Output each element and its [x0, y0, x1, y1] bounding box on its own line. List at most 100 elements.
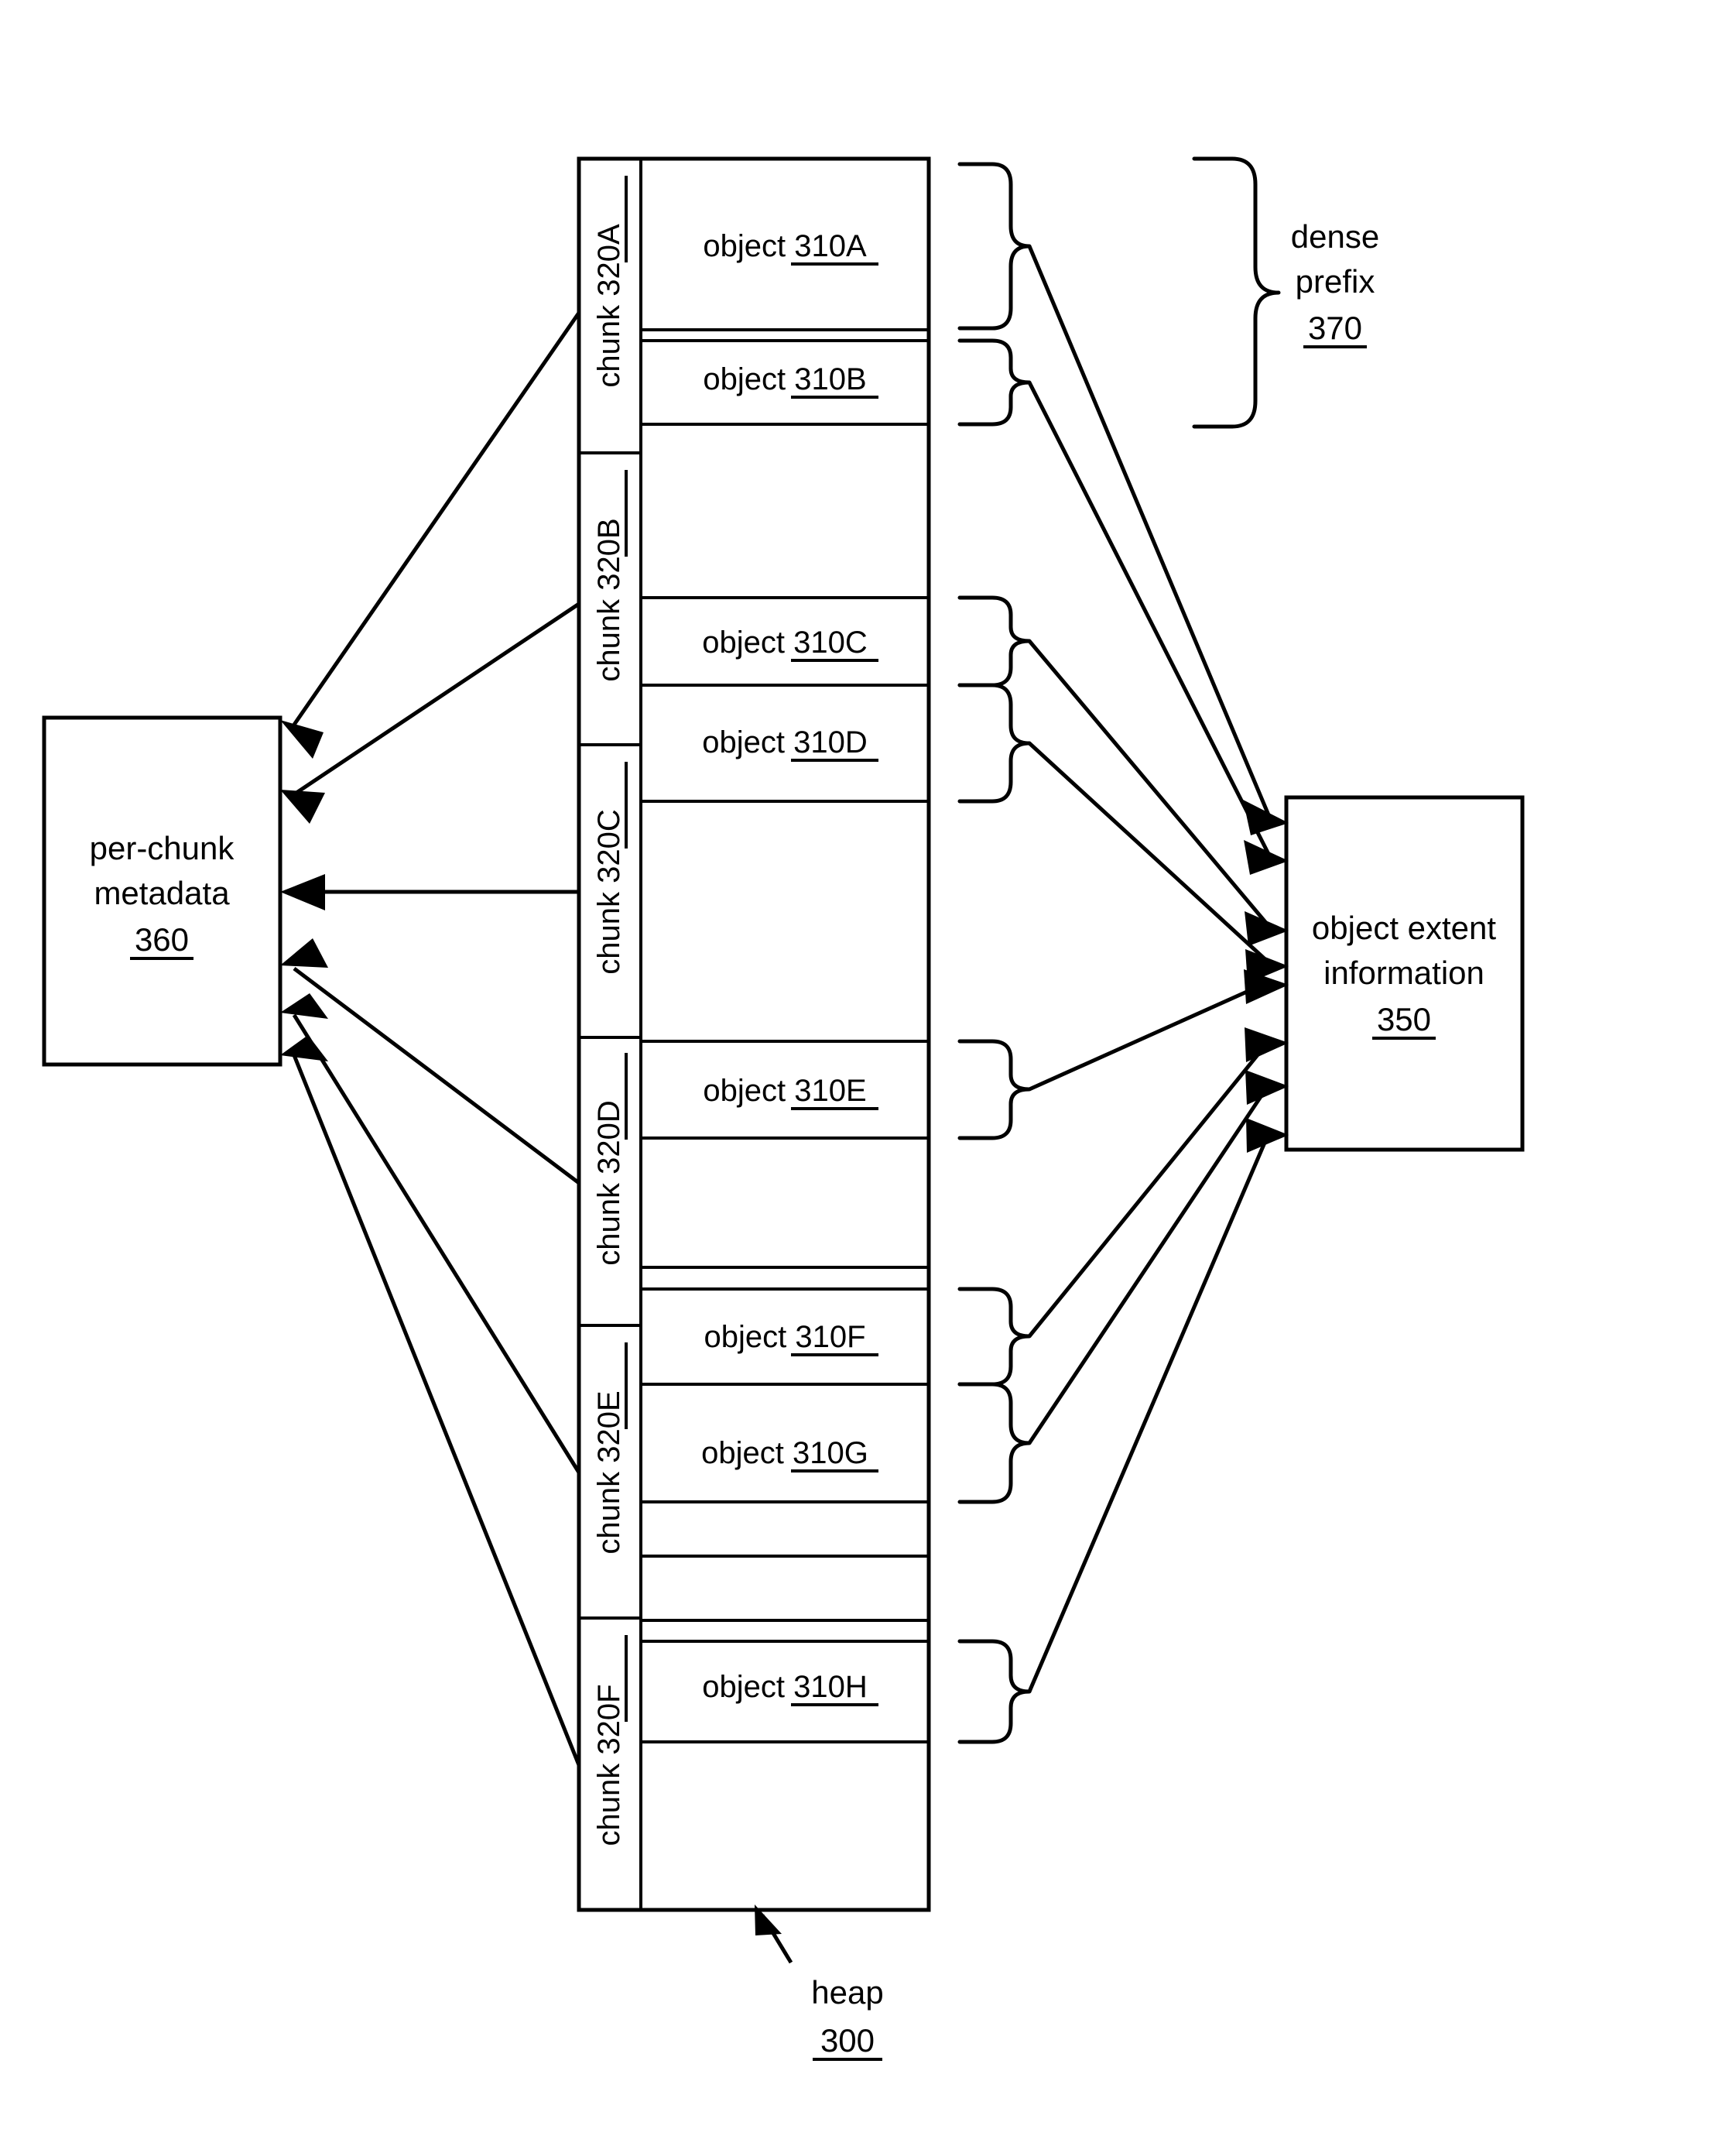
brace-object-310D	[957, 683, 1032, 804]
heap-outline	[577, 156, 931, 1912]
dense-prefix-brace	[1192, 156, 1281, 429]
arrowhead-extent-7	[1245, 1070, 1289, 1105]
arrowhead-metadata-2	[280, 790, 325, 824]
chunk-ref-4: 320E	[592, 1390, 626, 1462]
object-label-310G: object 310G	[701, 1436, 878, 1472]
per-chunk-metadata-box: per-chunk metadata 360	[42, 715, 282, 1067]
dense-prefix-line2: prefix	[1296, 263, 1375, 300]
heap-label-word: heap	[811, 1974, 883, 2011]
brace-object-310G	[957, 1382, 1032, 1504]
object-label-310C: object 310C	[702, 626, 878, 662]
connector-object-310G-extent	[1027, 1082, 1272, 1445]
object-word-1: object	[703, 362, 786, 396]
connector-chunk-320A-metadata	[292, 311, 581, 726]
chunk-word-4: chunk	[592, 1471, 626, 1555]
brace-object-310F	[957, 1287, 1032, 1387]
object-label-310F: object 310F	[704, 1320, 878, 1356]
connector-object-310F-extent	[1028, 1039, 1271, 1338]
dense-prefix-ref: 370	[1308, 310, 1362, 346]
connector-object-310E-extent	[1028, 979, 1271, 1092]
object-ref-2: 310C	[793, 626, 868, 660]
arrowhead-metadata-1	[280, 720, 324, 759]
brace-object-310B	[957, 338, 1032, 427]
patent-figure: chunk 320A chunk 320B chunk 320C chunk 3…	[0, 0, 1736, 2129]
arrowhead-metadata-5	[280, 993, 328, 1019]
object-word-6: object	[701, 1436, 784, 1470]
svg-text:chunk 320F: chunk 320F	[592, 1684, 626, 1846]
object-extent-line2: information	[1323, 955, 1484, 991]
object-ref-5: 310F	[795, 1320, 865, 1354]
heap-label-ref: 300	[820, 2022, 875, 2059]
arrowhead-metadata-4	[280, 938, 328, 968]
svg-text:chunk 320D: chunk 320D	[592, 1100, 626, 1266]
brace-object-310A	[957, 162, 1032, 331]
object-label-310B: object 310B	[703, 362, 878, 399]
chunk-to-metadata-connectors	[280, 311, 581, 1766]
per-chunk-metadata-line1: per-chunk	[90, 830, 235, 866]
object-word-2: object	[702, 626, 785, 660]
svg-text:chunk 320C: chunk 320C	[592, 809, 626, 975]
brace-object-310E	[957, 1039, 1032, 1140]
svg-text:object 310C: object 310C	[702, 626, 868, 660]
object-ref-6: 310G	[793, 1436, 868, 1470]
connector-object-310D-extent	[1028, 742, 1271, 965]
object-word-4: object	[703, 1074, 786, 1108]
object-extent-line1: object extent	[1312, 910, 1496, 946]
chunk-word-0: chunk	[592, 304, 626, 388]
arrowhead-extent-8	[1246, 1118, 1289, 1153]
arrowhead-metadata-3	[280, 874, 325, 910]
chunk-ref-0: 320A	[592, 224, 626, 297]
chunk-ref-5: 320F	[592, 1684, 626, 1754]
chunk-word-3: chunk	[592, 1182, 626, 1266]
svg-text:object 310B: object 310B	[703, 362, 866, 396]
dense-prefix-line1: dense	[1291, 218, 1379, 255]
object-ref-7: 310H	[793, 1670, 868, 1704]
object-ref-3: 310D	[793, 725, 868, 759]
object-label-310D: object 310D	[702, 725, 878, 762]
svg-text:object 310G: object 310G	[701, 1436, 868, 1470]
chunk-word-2: chunk	[592, 891, 626, 975]
chunk-ref-3: 320D	[592, 1100, 626, 1174]
svg-text:object 310A: object 310A	[703, 229, 867, 263]
object-to-extent-connectors	[1027, 245, 1289, 1692]
per-chunk-metadata-ref: 360	[135, 921, 189, 958]
connector-object-310A-extent	[1027, 245, 1272, 818]
connector-chunk-320E-metadata	[292, 1013, 581, 1474]
heap-container	[577, 156, 931, 1912]
object-word-0: object	[703, 229, 786, 263]
svg-text:object 310E: object 310E	[703, 1074, 866, 1108]
object-word-5: object	[704, 1320, 786, 1354]
brace-object-310H	[957, 1639, 1032, 1744]
object-braces	[957, 162, 1032, 1744]
object-label-310H: object 310H	[702, 1670, 878, 1706]
svg-text:chunk 320A: chunk 320A	[592, 224, 626, 388]
object-ref-4: 310E	[794, 1074, 866, 1108]
arrowhead-metadata-6	[280, 1035, 328, 1061]
connector-chunk-320F-metadata	[292, 1054, 581, 1766]
connector-chunk-320B-metadata	[293, 602, 580, 797]
arrowhead-extent-6	[1245, 1027, 1289, 1062]
dense-prefix-group: dense prefix 370	[1192, 156, 1379, 429]
chunk-word-5: chunk	[592, 1763, 626, 1846]
svg-text:chunk 320B: chunk 320B	[592, 518, 626, 681]
chunk-ref-1: 320B	[592, 518, 626, 590]
object-extent-ref: 350	[1377, 1001, 1431, 1037]
diagram-canvas: chunk 320A chunk 320B chunk 320C chunk 3…	[42, 156, 1525, 2061]
heap-callout: heap 300	[755, 1904, 884, 2061]
connector-chunk-320D-metadata	[293, 967, 580, 1184]
chunk-word-1: chunk	[592, 598, 626, 682]
svg-text:chunk 320E: chunk 320E	[592, 1390, 626, 1554]
object-ref-0: 310A	[794, 229, 867, 263]
brace-object-310C	[957, 595, 1032, 687]
chunk-ref-2: 320C	[592, 809, 626, 883]
object-word-7: object	[702, 1670, 785, 1704]
connector-object-310H-extent	[1027, 1131, 1272, 1692]
svg-text:object 310F: object 310F	[704, 1320, 865, 1354]
object-label-310E: object 310E	[703, 1074, 878, 1110]
object-ref-1: 310B	[794, 362, 866, 396]
per-chunk-metadata-line2: metadata	[94, 875, 230, 911]
object-extent-information-box: object extent information 350	[1284, 795, 1525, 1152]
svg-text:object 310H: object 310H	[702, 1670, 868, 1704]
object-label-310A: object 310A	[703, 229, 878, 266]
svg-text:object 310D: object 310D	[702, 725, 868, 759]
